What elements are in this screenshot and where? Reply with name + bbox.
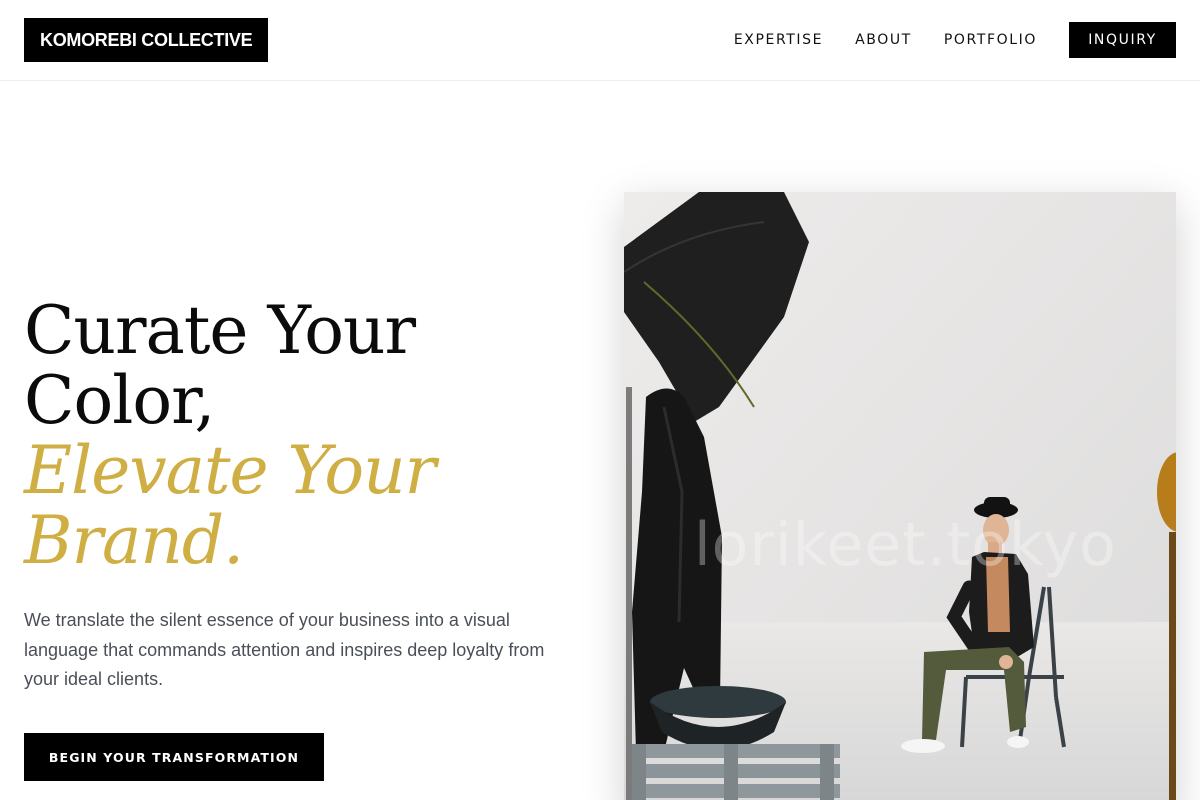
nav-link-about[interactable]: ABOUT (855, 32, 912, 48)
landing-page: KOMOREBI COLLECTIVE EXPERTISE ABOUT PORT… (0, 0, 1200, 800)
hero-headline-accent-line-2: Brand. (24, 502, 244, 579)
nav-link-portfolio[interactable]: PORTFOLIO (944, 32, 1037, 48)
inquiry-button[interactable]: INQUIRY (1069, 22, 1176, 58)
hero-description: We translate the silent essence of your … (24, 610, 545, 689)
brand-logo[interactable]: KOMOREBI COLLECTIVE (24, 18, 269, 62)
hero-headline-line-1: Curate Your (24, 292, 416, 369)
hero-headline: Curate Your Color, Elevate Your Brand. (24, 292, 436, 579)
hero-headline-line-2: Color, (24, 362, 215, 439)
nav-link-expertise[interactable]: EXPERTISE (734, 32, 823, 48)
main-nav: EXPERTISE ABOUT PORTFOLIO INQUIRY (734, 22, 1176, 58)
hero-photo: lorikeet.tokyo (624, 192, 1176, 800)
photo-studio-illustration (624, 192, 1176, 800)
begin-transformation-button[interactable]: BEGIN YOUR TRANSFORMATION (24, 733, 324, 781)
hero-headline-accent-line-1: Elevate Your (24, 432, 436, 509)
site-header: KOMOREBI COLLECTIVE EXPERTISE ABOUT PORT… (0, 0, 1200, 81)
